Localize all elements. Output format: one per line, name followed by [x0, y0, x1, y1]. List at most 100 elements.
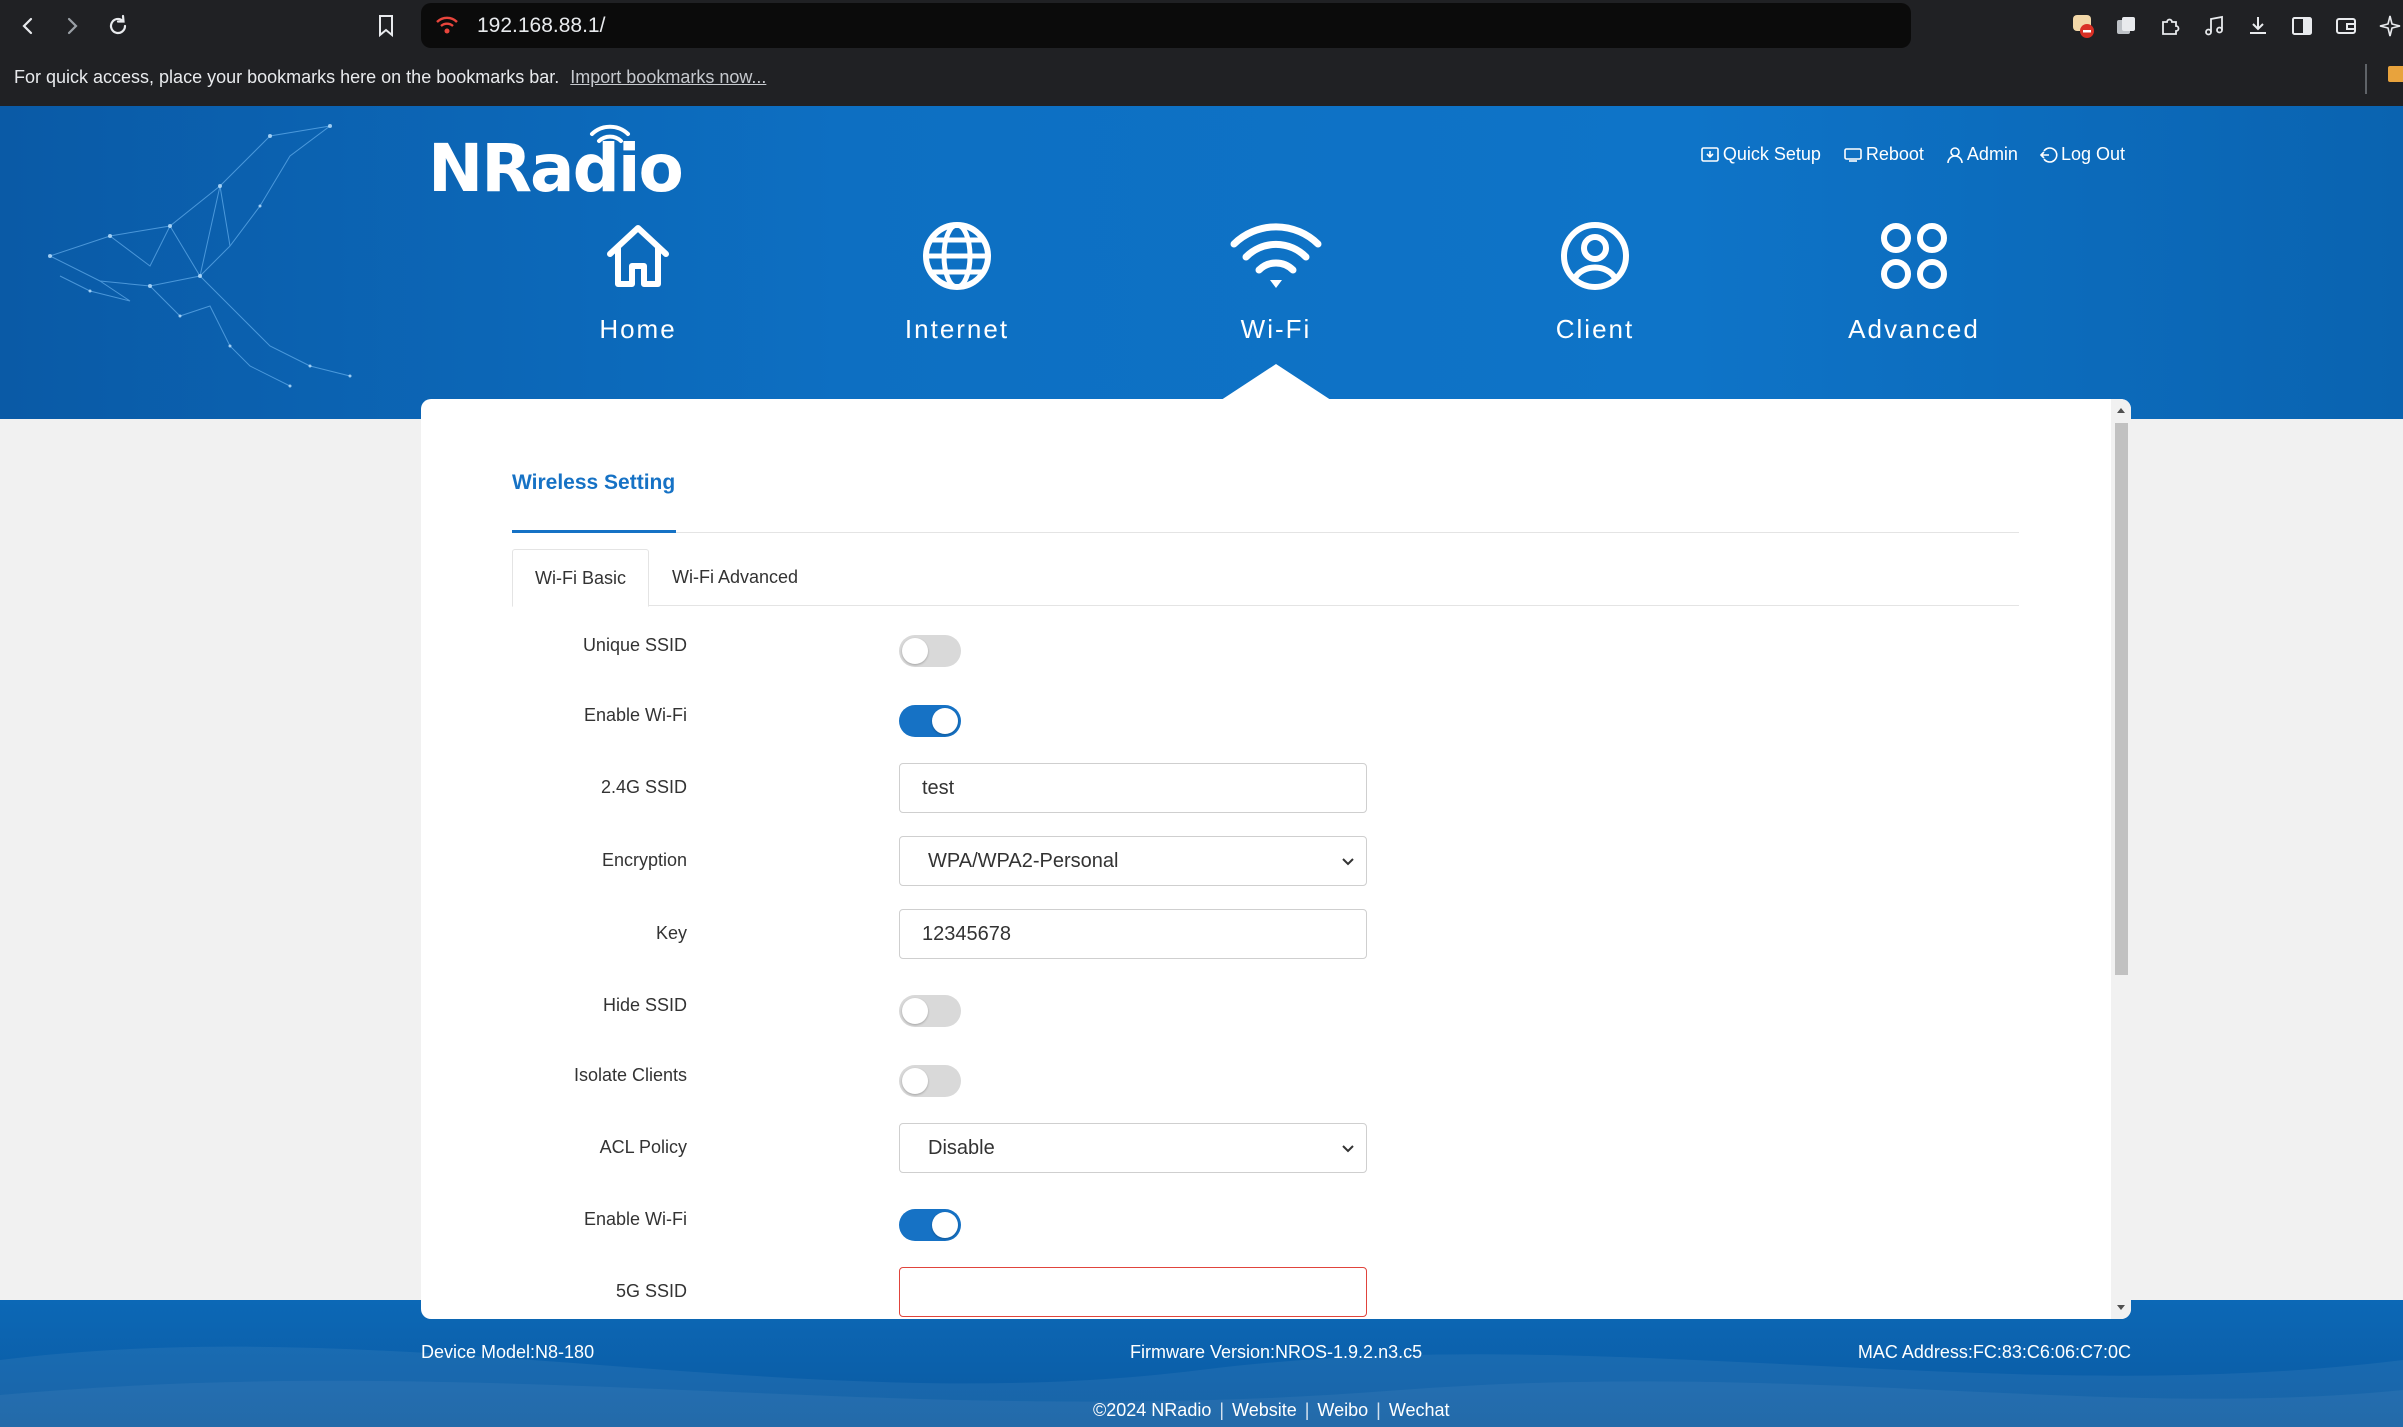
unique-ssid-toggle[interactable]: [899, 635, 961, 667]
encryption-label: Encryption: [601, 850, 687, 870]
menu-advanced-label: Advanced: [1848, 314, 1980, 344]
chevron-down-icon: [1342, 1145, 1354, 1153]
admin-label: Admin: [1966, 144, 2018, 164]
footer-links: ©2024 NRadio | Website | Weibo | Wechat: [1093, 1400, 1450, 1421]
menu-client[interactable]: Client: [1495, 216, 1695, 345]
bookmarks-divider: [2365, 64, 2367, 94]
reboot-link[interactable]: Reboot: [1843, 144, 1924, 165]
user-icon: [1947, 146, 1963, 163]
section-divider: [512, 532, 2019, 533]
quick-setup-link[interactable]: Quick Setup: [1700, 144, 1821, 165]
isolate-clients-toggle[interactable]: [899, 1065, 961, 1097]
address-bar[interactable]: 192.168.88.1/: [421, 3, 1911, 48]
menu-internet-label: Internet: [904, 314, 1010, 344]
media-button[interactable]: [2198, 10, 2230, 42]
logout-link[interactable]: Log Out: [2039, 144, 2125, 165]
row-enable-wifi-5: Enable Wi-Fi: [421, 1195, 1821, 1247]
bookmark-page-button[interactable]: [368, 8, 404, 44]
chevron-down-icon: [1342, 858, 1354, 866]
enable-wifi-5-label: Enable Wi-Fi: [583, 1209, 687, 1229]
side-panel-button[interactable]: [2286, 10, 2318, 42]
tab-wifi-advanced[interactable]: Wi-Fi Advanced: [650, 549, 820, 606]
header-top-links: Quick Setup Reboot Admin Log Out: [1700, 144, 2125, 165]
sparkle-icon: [2379, 15, 2401, 37]
scroll-down-icon[interactable]: [2115, 1301, 2127, 1313]
logout-icon: [2039, 146, 2058, 163]
device-model: Device Model:N8-180: [421, 1342, 595, 1362]
weibo-link[interactable]: Weibo: [1317, 1400, 1368, 1421]
acl-policy-select[interactable]: Disable: [899, 1123, 1367, 1173]
browser-toolbar: 192.168.88.1/: [0, 0, 2403, 52]
hide-ssid-label: Hide SSID: [602, 995, 687, 1015]
settings-card: Wireless Setting Wi-Fi Basic Wi-Fi Advan…: [421, 399, 2131, 1319]
menu-wifi-label: Wi-Fi: [1240, 314, 1312, 344]
row-enable-wifi-24: Enable Wi-Fi: [421, 691, 1821, 743]
quick-setup-label: Quick Setup: [1722, 144, 1821, 164]
wechat-link[interactable]: Wechat: [1389, 1400, 1450, 1421]
firmware-version: Firmware Version:NROS-1.9.2.n3.c5: [1130, 1342, 1423, 1362]
extension-adblock[interactable]: [2067, 10, 2099, 42]
folder-icon[interactable]: [2388, 66, 2403, 82]
menu-client-label: Client: [1555, 314, 1635, 344]
user-circle-icon: [1561, 222, 1629, 290]
ssid-5-label: 5G SSID: [615, 1281, 687, 1301]
wifi-tabs: Wi-Fi Basic Wi-Fi Advanced: [512, 549, 2019, 607]
eagle-graphic: [48, 124, 352, 388]
download-icon: [2250, 17, 2266, 34]
reboot-icon: [1844, 147, 1862, 162]
menu-internet[interactable]: Internet: [857, 216, 1057, 345]
home-icon: [607, 225, 669, 287]
copyright-text: ©2024 NRadio: [1093, 1400, 1212, 1420]
encryption-value: WPA/WPA2-Personal: [928, 849, 1119, 872]
section-title-underline: [512, 530, 676, 533]
adblock-icon: [2073, 15, 2094, 38]
back-button[interactable]: [10, 8, 46, 44]
logo-wifi-icon: [590, 124, 630, 143]
forward-icon: [67, 17, 78, 35]
quick-setup-icon: [1701, 146, 1719, 162]
wallet-button[interactable]: [2330, 10, 2362, 42]
reboot-label: Reboot: [1865, 144, 1924, 164]
bookmarks-message: For quick access, place your bookmarks h…: [14, 67, 560, 87]
router-header: NRadio Quick Setup Reboot Admin Log Out …: [0, 106, 2403, 419]
admin-link[interactable]: Admin: [1946, 144, 2018, 165]
scrollbar-thumb[interactable]: [2115, 423, 2128, 975]
encryption-select[interactable]: WPA/WPA2-Personal: [899, 836, 1367, 886]
reload-icon: [109, 14, 127, 35]
acl-policy-value: Disable: [928, 1136, 995, 1159]
downloads-button[interactable]: [2242, 10, 2274, 42]
extensions-button[interactable]: [2154, 10, 2186, 42]
site-info-icon[interactable]: [435, 14, 459, 41]
tab-wifi-basic[interactable]: Wi-Fi Basic: [512, 549, 649, 607]
enable-wifi-24-toggle[interactable]: [899, 705, 961, 737]
menu-home[interactable]: Home: [538, 216, 738, 345]
command-icon: [1881, 223, 1947, 289]
bookmarks-bar: For quick access, place your bookmarks h…: [0, 52, 2403, 106]
ai-button[interactable]: [2374, 10, 2403, 42]
website-link[interactable]: Website: [1232, 1400, 1297, 1421]
copy-icon: [2117, 17, 2135, 34]
side-panel-icon: [2292, 17, 2312, 35]
unique-ssid-label: Unique SSID: [582, 635, 687, 655]
wifi-icon: [1230, 223, 1322, 288]
reload-button[interactable]: [100, 8, 136, 44]
forward-button[interactable]: [54, 8, 90, 44]
ssid-5-input[interactable]: [899, 1267, 1367, 1317]
menu-wifi[interactable]: Wi-Fi: [1176, 216, 1376, 345]
row-ssid-5: 5G SSID: [421, 1267, 1821, 1319]
music-note-icon: [2205, 15, 2223, 36]
enable-wifi-5-toggle[interactable]: [899, 1209, 961, 1241]
ssid-24-input[interactable]: test: [899, 763, 1367, 813]
scroll-up-icon[interactable]: [2115, 405, 2127, 417]
hide-ssid-toggle[interactable]: [899, 995, 961, 1027]
ssid-24-label: 2.4G SSID: [600, 777, 687, 797]
import-bookmarks-link[interactable]: Import bookmarks now...: [570, 67, 766, 87]
key-input[interactable]: 12345678: [899, 909, 1367, 959]
row-unique-ssid: Unique SSID: [421, 621, 1821, 673]
extension-copy[interactable]: [2110, 10, 2142, 42]
acl-policy-label: ACL Policy: [599, 1137, 687, 1157]
menu-advanced[interactable]: Advanced: [1814, 216, 2014, 345]
key-label: Key: [655, 923, 687, 943]
page-footer: Device Model:N8-180 Firmware Version:NRO…: [0, 1300, 2403, 1427]
enable-wifi-24-label: Enable Wi-Fi: [583, 705, 687, 725]
